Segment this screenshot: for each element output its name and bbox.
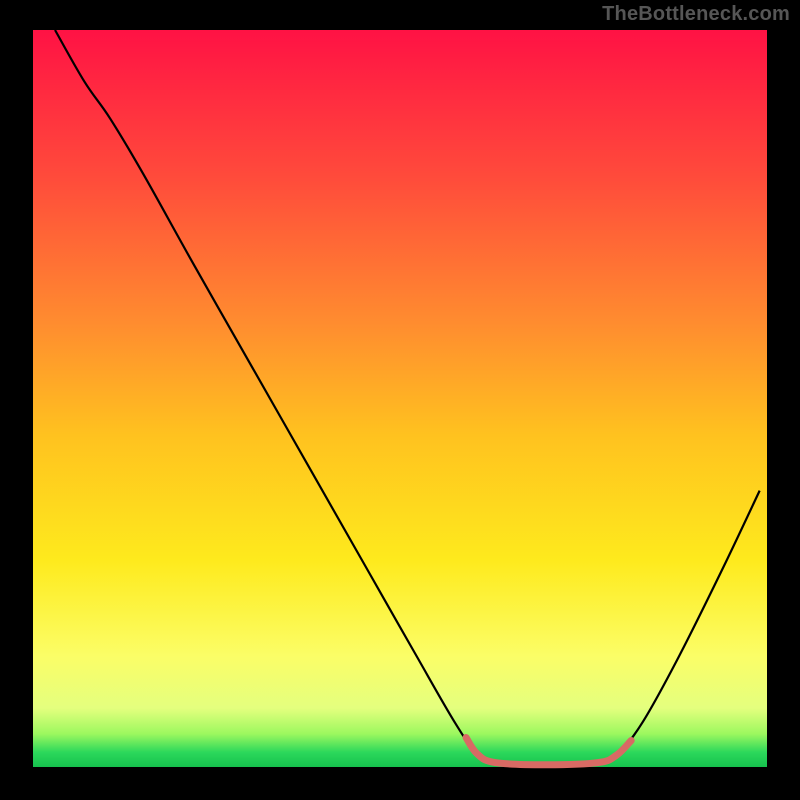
chart-svg <box>0 0 800 800</box>
watermark-text: TheBottleneck.com <box>602 3 790 26</box>
plot-background <box>33 30 767 767</box>
chart-container: TheBottleneck.com <box>0 0 800 800</box>
